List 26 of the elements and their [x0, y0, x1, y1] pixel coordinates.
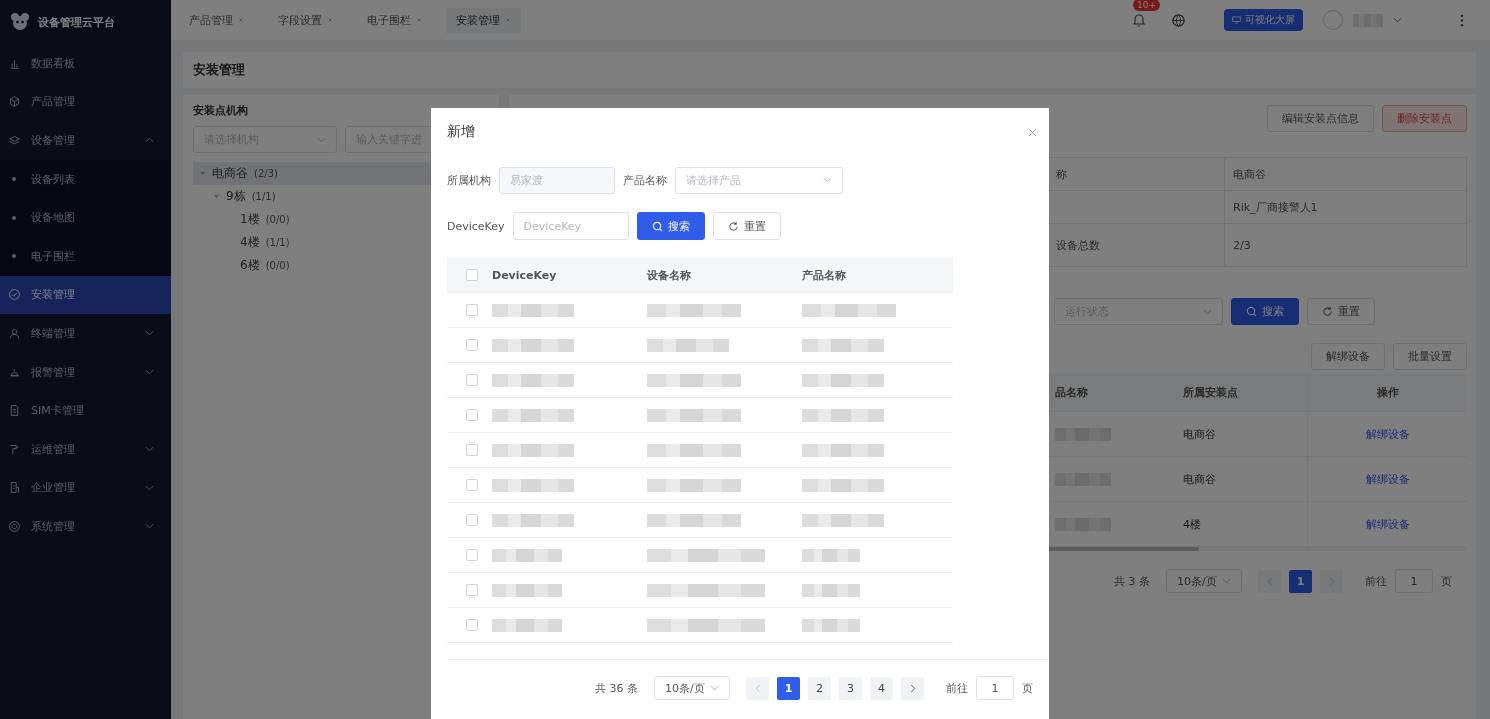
table-cell-text: 电商谷 — [1183, 426, 1217, 443]
field-label: 所属机构 — [447, 172, 491, 188]
column-header: 产品名称 — [802, 267, 846, 283]
table-cell-text: 电商谷 — [1232, 166, 1267, 183]
app-title: 设备管理云平台 — [38, 14, 115, 30]
goto-label: 前往 — [1365, 573, 1387, 589]
page-suffix: 页 — [1022, 680, 1033, 696]
total-count: 共 3 条 — [1114, 573, 1150, 589]
field-label: DeviceKey — [447, 219, 505, 233]
column-header: 操作 — [1307, 374, 1467, 411]
field-label: 产品名称 — [623, 172, 667, 188]
column-header: 品名称 — [1054, 385, 1089, 401]
table-cell-text: 2/3 — [1232, 237, 1252, 254]
notification-badge: 10+ — [1133, 0, 1160, 11]
column-header: 所属安装点 — [1183, 385, 1239, 401]
total-count: 共 36 条 — [595, 680, 638, 696]
table-cell-text: 电商谷 — [1183, 471, 1217, 488]
table-cell-text: 4楼 — [1183, 516, 1202, 533]
org-field: 易家渡 — [499, 166, 615, 194]
page-title: 安装管理 — [193, 61, 245, 79]
table-cell-text: Rik_厂商接警人1 — [1232, 199, 1319, 216]
page-suffix: 页 — [1441, 573, 1452, 589]
goto-label: 前往 — [946, 680, 968, 696]
panel-title: 安装点机构 — [193, 103, 249, 118]
column-header: DeviceKey — [492, 268, 558, 282]
column-header: 设备名称 — [647, 267, 692, 283]
